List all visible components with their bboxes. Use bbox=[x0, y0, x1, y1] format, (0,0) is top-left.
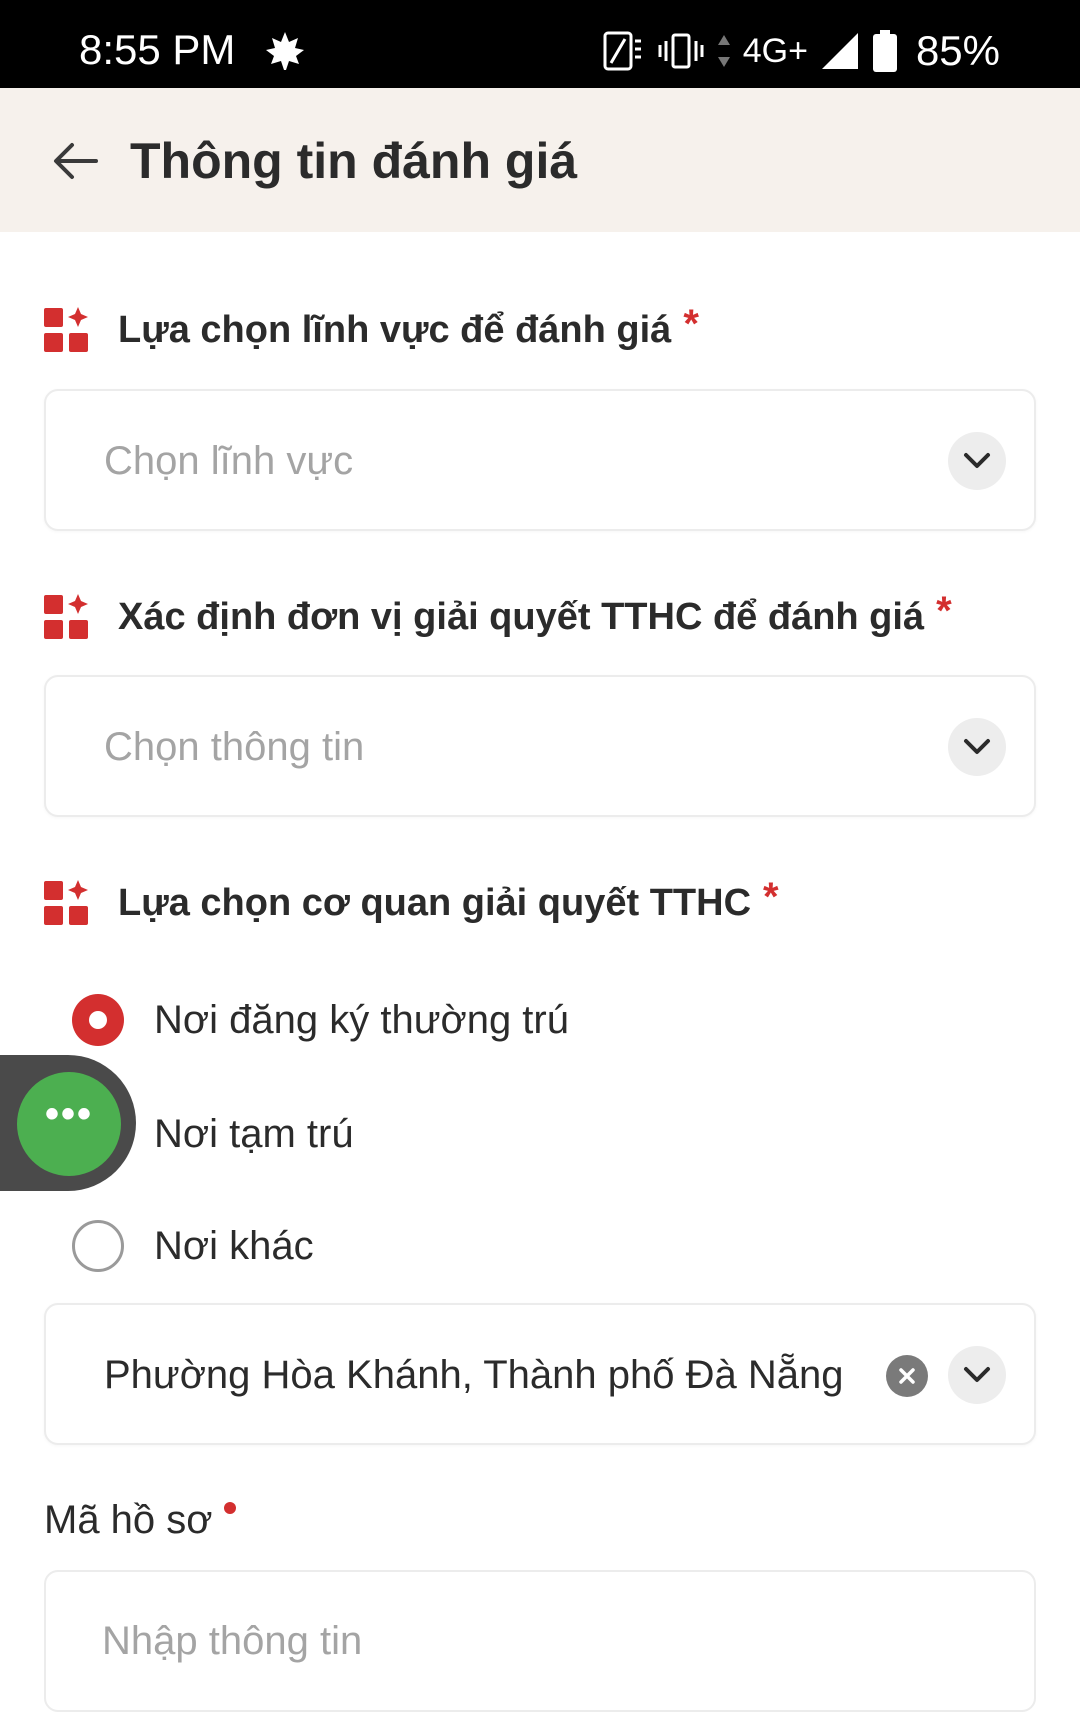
radio-other-place[interactable]: Nơi khác bbox=[72, 1220, 314, 1272]
required-mark: * bbox=[763, 874, 779, 919]
battery-percent: 85% bbox=[915, 27, 1000, 74]
required-mark: * bbox=[936, 588, 952, 633]
record-code-input[interactable] bbox=[44, 1570, 1036, 1712]
radio-permanent-residence[interactable]: Nơi đăng ký thường trú bbox=[72, 994, 569, 1046]
section-agency-label: Lựa chọn cơ quan giải quyết TTHC * bbox=[42, 875, 779, 927]
app-header: Thông tin đánh giá bbox=[0, 88, 1080, 232]
arrow-left-icon bbox=[54, 143, 98, 179]
section-field-title: Lựa chọn lĩnh vực để đánh giá bbox=[118, 308, 672, 351]
chevron-down-icon bbox=[964, 1367, 990, 1382]
unit-select-toggle[interactable] bbox=[948, 718, 1006, 776]
signal-icon bbox=[821, 33, 858, 69]
radio-label: Nơi khác bbox=[154, 1223, 314, 1268]
radio-label: Nơi tạm trú bbox=[154, 1111, 354, 1156]
field-select-placeholder: Chọn lĩnh vực bbox=[104, 439, 354, 483]
record-code-label: Mã hồ sơ bbox=[44, 1498, 213, 1542]
agency-select-toggle[interactable] bbox=[948, 1346, 1006, 1404]
section-unit-title: Xác định đơn vị giải quyết TTHC để đánh … bbox=[118, 595, 925, 638]
grid-sparkle-icon bbox=[44, 594, 88, 639]
vibrate-icon bbox=[658, 33, 704, 69]
chevron-down-icon bbox=[964, 453, 990, 468]
floating-menu-button[interactable]: ••• bbox=[17, 1072, 121, 1176]
radio-label: Nơi đăng ký thường trú bbox=[154, 997, 569, 1042]
agency-select[interactable]: Phường Hòa Khánh, Thành phố Đà Nẵng bbox=[44, 1303, 1036, 1445]
radio-button[interactable] bbox=[72, 1220, 124, 1272]
clear-selection-button[interactable] bbox=[886, 1355, 928, 1397]
required-mark: * bbox=[683, 301, 699, 346]
status-time: 8:55 PM bbox=[79, 26, 236, 73]
radio-button[interactable] bbox=[72, 994, 124, 1046]
unit-select[interactable]: Chọn thông tin bbox=[44, 675, 1036, 817]
field-select-toggle[interactable] bbox=[948, 432, 1006, 490]
grid-sparkle-icon bbox=[44, 307, 88, 352]
maple-leaf-icon bbox=[266, 32, 304, 70]
section-field-label: Lựa chọn lĩnh vực để đánh giá * bbox=[42, 302, 699, 354]
network-type: 4G+ bbox=[742, 31, 808, 70]
page-title: Thông tin đánh giá bbox=[130, 133, 578, 189]
grid-sparkle-icon bbox=[44, 880, 88, 925]
field-select[interactable]: Chọn lĩnh vực bbox=[44, 389, 1036, 531]
clear-x-icon bbox=[899, 1368, 915, 1384]
required-dot bbox=[224, 1502, 236, 1514]
agency-select-value: Phường Hòa Khánh, Thành phố Đà Nẵng bbox=[104, 1353, 844, 1397]
back-button[interactable] bbox=[44, 130, 106, 192]
status-bar: 8:55 PM 4G+ 85% bbox=[0, 0, 1080, 88]
section-agency-title: Lựa chọn cơ quan giải quyết TTHC bbox=[118, 881, 752, 924]
unit-select-placeholder: Chọn thông tin bbox=[104, 725, 365, 769]
nfc-icon bbox=[603, 31, 641, 71]
more-dots-icon: ••• bbox=[44, 1092, 93, 1136]
section-unit-label: Xác định đơn vị giải quyết TTHC để đánh … bbox=[42, 589, 952, 641]
data-arrows-icon bbox=[717, 35, 730, 67]
battery-icon bbox=[872, 30, 897, 72]
status-icons: 4G+ 85% bbox=[601, 26, 1000, 76]
chevron-down-icon bbox=[964, 739, 990, 754]
